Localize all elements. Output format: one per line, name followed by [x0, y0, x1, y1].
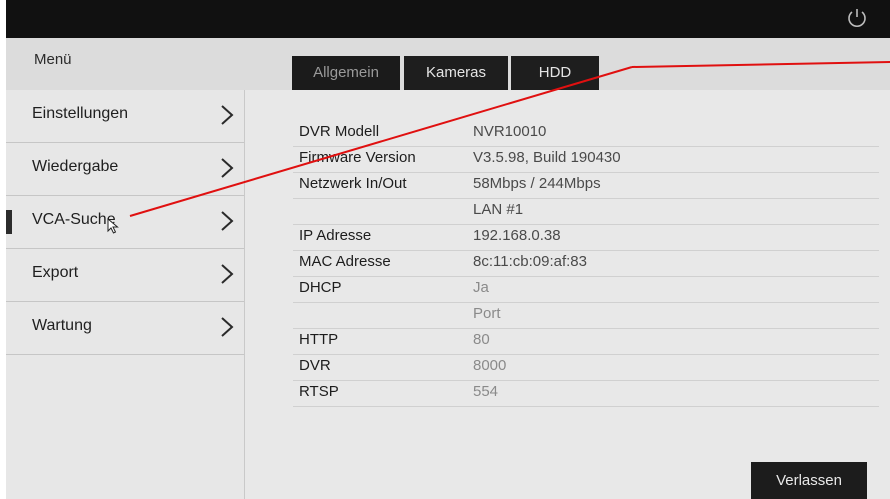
info-row-rtsp: RTSP 554: [293, 380, 879, 407]
info-row-dvr-modell: DVR Modell NVR10010: [293, 120, 879, 147]
info-value: 554: [473, 383, 499, 400]
top-bar: [6, 0, 890, 38]
tab-hdd[interactable]: HDD: [511, 56, 599, 90]
info-key: RTSP: [299, 383, 339, 400]
sidebar-item-wiedergabe[interactable]: Wiedergabe: [6, 143, 244, 196]
info-key: HTTP: [299, 331, 339, 348]
sidebar-item-label: VCA-Suche: [32, 211, 116, 228]
info-key: DVR Modell: [299, 123, 380, 140]
sidebar-item-wartung[interactable]: Wartung: [6, 302, 244, 355]
info-key: MAC Adresse: [299, 253, 391, 270]
sidebar-item-export[interactable]: Export: [6, 249, 244, 302]
chevron-right-icon: [221, 158, 234, 178]
info-key: Firmware Version: [299, 149, 416, 166]
info-row-lan-header: LAN #1: [293, 198, 879, 225]
info-value: LAN #1: [473, 201, 524, 218]
sidebar-item-label: Einstellungen: [32, 105, 129, 122]
info-row-dhcp: DHCP Ja: [293, 276, 879, 303]
info-row-dvr-port: DVR 8000: [293, 354, 879, 381]
info-row-http: HTTP 80: [293, 328, 879, 355]
sidebar-item-einstellungen[interactable]: Einstellungen: [6, 90, 244, 143]
power-icon[interactable]: [846, 7, 868, 29]
info-value: 192.168.0.38: [473, 227, 561, 244]
info-row-ip-adresse: IP Adresse 192.168.0.38: [293, 224, 879, 251]
chevron-right-icon: [221, 105, 234, 125]
info-value: NVR10010: [473, 123, 547, 140]
info-value: 8000: [473, 357, 507, 374]
info-key: Netzwerk In/Out: [299, 175, 407, 192]
tab-kameras[interactable]: Kameras: [404, 56, 508, 90]
sidebar-item-label: Wiedergabe: [32, 158, 119, 175]
info-value: 80: [473, 331, 490, 348]
menu-title: Menü: [34, 51, 72, 68]
tab-allgemein[interactable]: Allgemein: [292, 56, 400, 90]
sidebar-item-label: Wartung: [32, 317, 92, 334]
dvr-screen: Menü Allgemein Kameras HDD Einstellungen…: [6, 0, 890, 499]
info-value: V3.5.98, Build 190430: [473, 149, 621, 166]
selection-marker: [6, 210, 12, 234]
mouse-cursor-icon: [107, 218, 119, 234]
info-row-netzwerk: Netzwerk In/Out 58Mbps / 244Mbps: [293, 172, 879, 199]
chevron-right-icon: [221, 264, 234, 284]
info-row-firmware: Firmware Version V3.5.98, Build 190430: [293, 146, 879, 173]
info-value: Port: [473, 305, 501, 322]
sidebar-item-vca-suche[interactable]: VCA-Suche: [6, 196, 244, 249]
info-value: Ja: [473, 279, 489, 296]
info-value: 58Mbps / 244Mbps: [473, 175, 601, 192]
info-key: DHCP: [299, 279, 342, 296]
exit-button[interactable]: Verlassen: [751, 462, 867, 499]
system-info-panel: DVR Modell NVR10010 Firmware Version V3.…: [245, 90, 890, 499]
sidebar-item-label: Export: [32, 264, 79, 281]
chevron-right-icon: [221, 211, 234, 231]
info-key: DVR: [299, 357, 331, 374]
info-value: 8c:11:cb:09:af:83: [473, 253, 587, 270]
info-key: IP Adresse: [299, 227, 372, 244]
chevron-right-icon: [221, 317, 234, 337]
info-row-mac-adresse: MAC Adresse 8c:11:cb:09:af:83: [293, 250, 879, 277]
info-row-port-header: Port: [293, 302, 879, 329]
sidebar: Einstellungen Wiedergabe VCA-Suche Expor…: [6, 90, 245, 499]
